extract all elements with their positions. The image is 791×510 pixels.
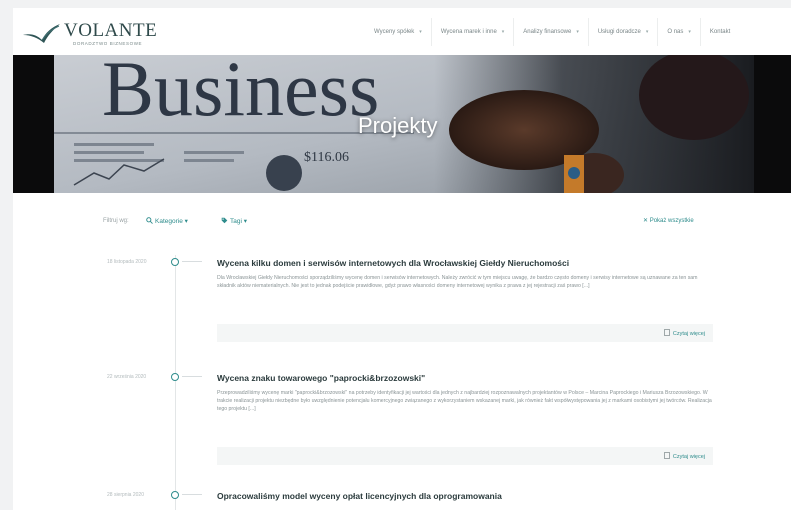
hero-banner: Business $116.06 Projekty — [13, 55, 791, 193]
nav-item-wycena-marek[interactable]: Wycena marek i inne ▾ — [432, 8, 513, 55]
post-footer: Czytaj więcej — [217, 447, 713, 465]
hero-image-word: Business — [102, 55, 379, 132]
tag-icon — [221, 217, 228, 224]
show-all-link[interactable]: ✕ Pokaż wszystkie — [643, 217, 694, 224]
bird-logo-icon — [23, 24, 60, 43]
nav-item-o-nas[interactable]: O nas ▾ — [658, 8, 700, 55]
post-footer: Czytaj więcej — [217, 324, 713, 342]
main-nav: Wyceny spółek ▾ Wycena marek i inne ▾ Anal… — [365, 8, 739, 55]
nav-label: Usługi doradcze — [597, 28, 641, 35]
read-more-button[interactable]: Czytaj więcej — [664, 329, 705, 337]
search-icon — [146, 217, 153, 224]
chevron-down-icon: ▾ — [688, 28, 691, 35]
page-title: Projekty — [358, 113, 438, 138]
page: VOLANTE DORADZTWO BIZNESOWE Wyceny spółe… — [13, 8, 791, 510]
nav-item-uslugi-doradcze[interactable]: Usługi doradcze ▾ — [589, 8, 658, 55]
category-filter-label: Kategorie ▾ — [155, 218, 188, 225]
brand-tagline: DORADZTWO BIZNESOWE — [73, 41, 143, 46]
timeline-connector — [182, 376, 202, 377]
hero-image-price: $116.06 — [304, 150, 349, 165]
nav-label: Wycena marek i inne — [440, 28, 497, 35]
nav-item-analizy-finansowe[interactable]: Analizy finansowe ▾ — [514, 8, 588, 55]
nav-label: Analizy finansowe — [523, 28, 572, 35]
timeline-connector — [182, 261, 202, 262]
read-more-label: Czytaj więcej — [672, 454, 705, 460]
timeline-connector — [182, 494, 202, 495]
logo[interactable]: VOLANTE DORADZTWO BIZNESOWE — [21, 19, 161, 47]
chevron-down-icon: ▾ — [645, 28, 649, 35]
timeline-dot-icon — [171, 491, 179, 499]
brand-name: VOLANTE — [64, 20, 158, 41]
timeline-line — [175, 255, 176, 510]
nav-label: Wyceny spółek — [374, 28, 415, 35]
nav-item-kontakt[interactable]: Kontakt — [701, 8, 739, 55]
post-title-link[interactable]: Opracowaliśmy model wyceny opłat licency… — [217, 491, 502, 501]
timeline-dot-icon — [171, 373, 179, 381]
filter-bar: Filtruj wg: Kategorie ▾ Tagi ▾ ✕ Pokaż w… — [13, 213, 791, 233]
read-more-label: Czytaj więcej — [672, 331, 705, 337]
tags-filter-dropdown[interactable]: Tagi ▾ — [221, 217, 247, 225]
document-icon — [664, 329, 670, 336]
chevron-down-icon: ▾ — [576, 28, 579, 35]
nav-label: O nas — [667, 28, 684, 35]
post-date: 28 sierpnia 2020 — [107, 492, 144, 498]
post-title-link[interactable]: Wycena znaku towarowego "paprocki&brzozo… — [217, 373, 425, 383]
tags-filter-label: Tagi ▾ — [230, 218, 247, 225]
post-date: 22 września 2020 — [107, 374, 147, 380]
chevron-down-icon: ▾ — [501, 28, 505, 35]
post-date: 18 listopada 2020 — [107, 259, 147, 265]
category-filter-dropdown[interactable]: Kategorie ▾ — [146, 217, 188, 225]
nav-item-wyceny-spolek[interactable]: Wyceny spółek ▾ — [365, 8, 431, 55]
timeline-dot-icon — [171, 258, 179, 266]
read-more-button[interactable]: Czytaj więcej — [664, 452, 705, 460]
nav-label: Kontakt — [709, 28, 731, 35]
post-excerpt: Przeprowadziliśmy wycenę marki "paprocki… — [217, 390, 712, 413]
filter-label: Filtruj wg: — [103, 218, 129, 224]
chevron-down-icon: ▾ — [419, 28, 422, 35]
post-title-link[interactable]: Wycena kilku domen i serwisów internetow… — [217, 258, 569, 268]
post-excerpt: Dla Wrocławskiej Giełdy Nieruchomości sp… — [217, 275, 698, 290]
site-header: VOLANTE DORADZTWO BIZNESOWE Wyceny spółe… — [13, 8, 791, 55]
document-icon — [664, 452, 670, 459]
